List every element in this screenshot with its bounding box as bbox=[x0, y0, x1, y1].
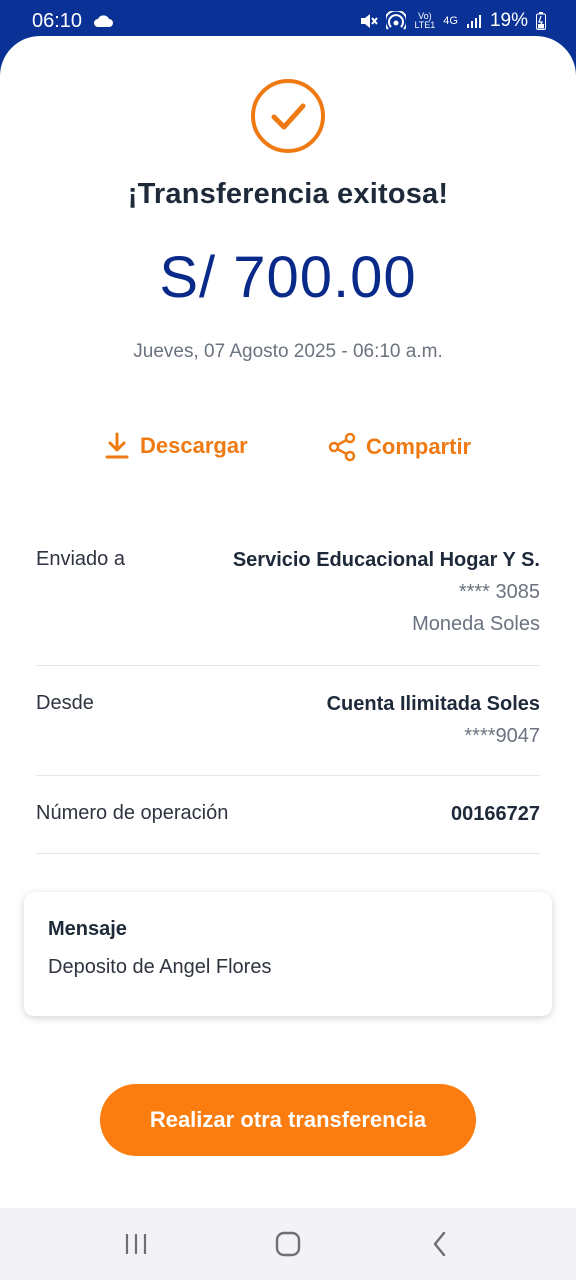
new-transfer-button[interactable]: Realizar otra transferencia bbox=[100, 1084, 476, 1156]
recipient-label: Enviado a bbox=[36, 548, 125, 570]
message-text: Deposito de Angel Flores bbox=[48, 956, 272, 978]
source-label: Desde bbox=[36, 692, 94, 714]
recipient-currency: Moneda Soles bbox=[412, 613, 540, 635]
lte-label: LTE1 bbox=[414, 20, 436, 30]
signal-icon bbox=[466, 13, 482, 29]
clock: 06:10 bbox=[32, 9, 83, 32]
share-button[interactable]: Compartir bbox=[328, 432, 471, 462]
recipient-account: **** 3085 bbox=[458, 581, 540, 603]
battery-icon bbox=[536, 12, 546, 30]
recent-apps-icon bbox=[123, 1232, 149, 1256]
recipient-name: Servicio Educacional Hogar Y S. bbox=[232, 549, 540, 571]
operation-values: 00166727 bbox=[451, 798, 540, 830]
source-account-number: ****9047 bbox=[464, 725, 540, 747]
share-label: Compartir bbox=[366, 434, 472, 459]
detail-row-source: Desde Cuenta Ilimitada Soles ****9047 bbox=[36, 692, 540, 776]
back-icon bbox=[430, 1230, 450, 1258]
mute-icon bbox=[358, 11, 379, 31]
source-account-name: Cuenta Ilimitada Soles bbox=[326, 693, 540, 715]
detail-row-recipient: Enviado a Servicio Educacional Hogar Y S… bbox=[36, 548, 540, 666]
message-card: Mensaje Deposito de Angel Flores bbox=[24, 892, 552, 1016]
source-values: Cuenta Ilimitada Soles ****9047 bbox=[327, 688, 540, 752]
transfer-amount: S/ 700.00 bbox=[159, 245, 417, 310]
status-right: Vo) LTE1 4G 19% bbox=[358, 10, 546, 32]
detail-row-operation: Número de operación 00166727 bbox=[36, 802, 540, 854]
back-button[interactable] bbox=[410, 1214, 470, 1274]
volte-indicator: Vo) LTE1 bbox=[414, 12, 435, 30]
operation-label: Número de operación bbox=[36, 802, 229, 824]
receipt-sheet: ¡Transferencia exitosa! S/ 700.00 Jueves… bbox=[0, 36, 576, 1208]
system-nav-bar bbox=[0, 1208, 576, 1280]
battery-percent: 19% bbox=[489, 10, 528, 31]
download-button[interactable]: Descargar bbox=[104, 432, 248, 460]
share-icon bbox=[328, 432, 356, 462]
cloud-icon bbox=[92, 14, 114, 28]
download-icon bbox=[104, 432, 130, 460]
recipient-values: Servicio Educacional Hogar Y S. **** 308… bbox=[233, 544, 540, 640]
operation-number: 00166727 bbox=[451, 803, 540, 825]
page-title: ¡Transferencia exitosa! bbox=[127, 178, 449, 210]
home-button[interactable] bbox=[258, 1214, 318, 1274]
receipt-actions: Descargar Compartir bbox=[0, 432, 576, 468]
home-icon bbox=[274, 1230, 302, 1258]
message-title: Mensaje bbox=[48, 918, 127, 940]
recent-apps-button[interactable] bbox=[106, 1214, 166, 1274]
transfer-datetime: Jueves, 07 Agosto 2025 - 06:10 a.m. bbox=[133, 341, 443, 362]
status-left: 06:10 bbox=[32, 10, 114, 33]
network-type: 4G bbox=[443, 14, 458, 27]
success-check-icon bbox=[250, 78, 326, 154]
download-label: Descargar bbox=[140, 433, 248, 458]
hotspot-icon bbox=[386, 11, 407, 31]
